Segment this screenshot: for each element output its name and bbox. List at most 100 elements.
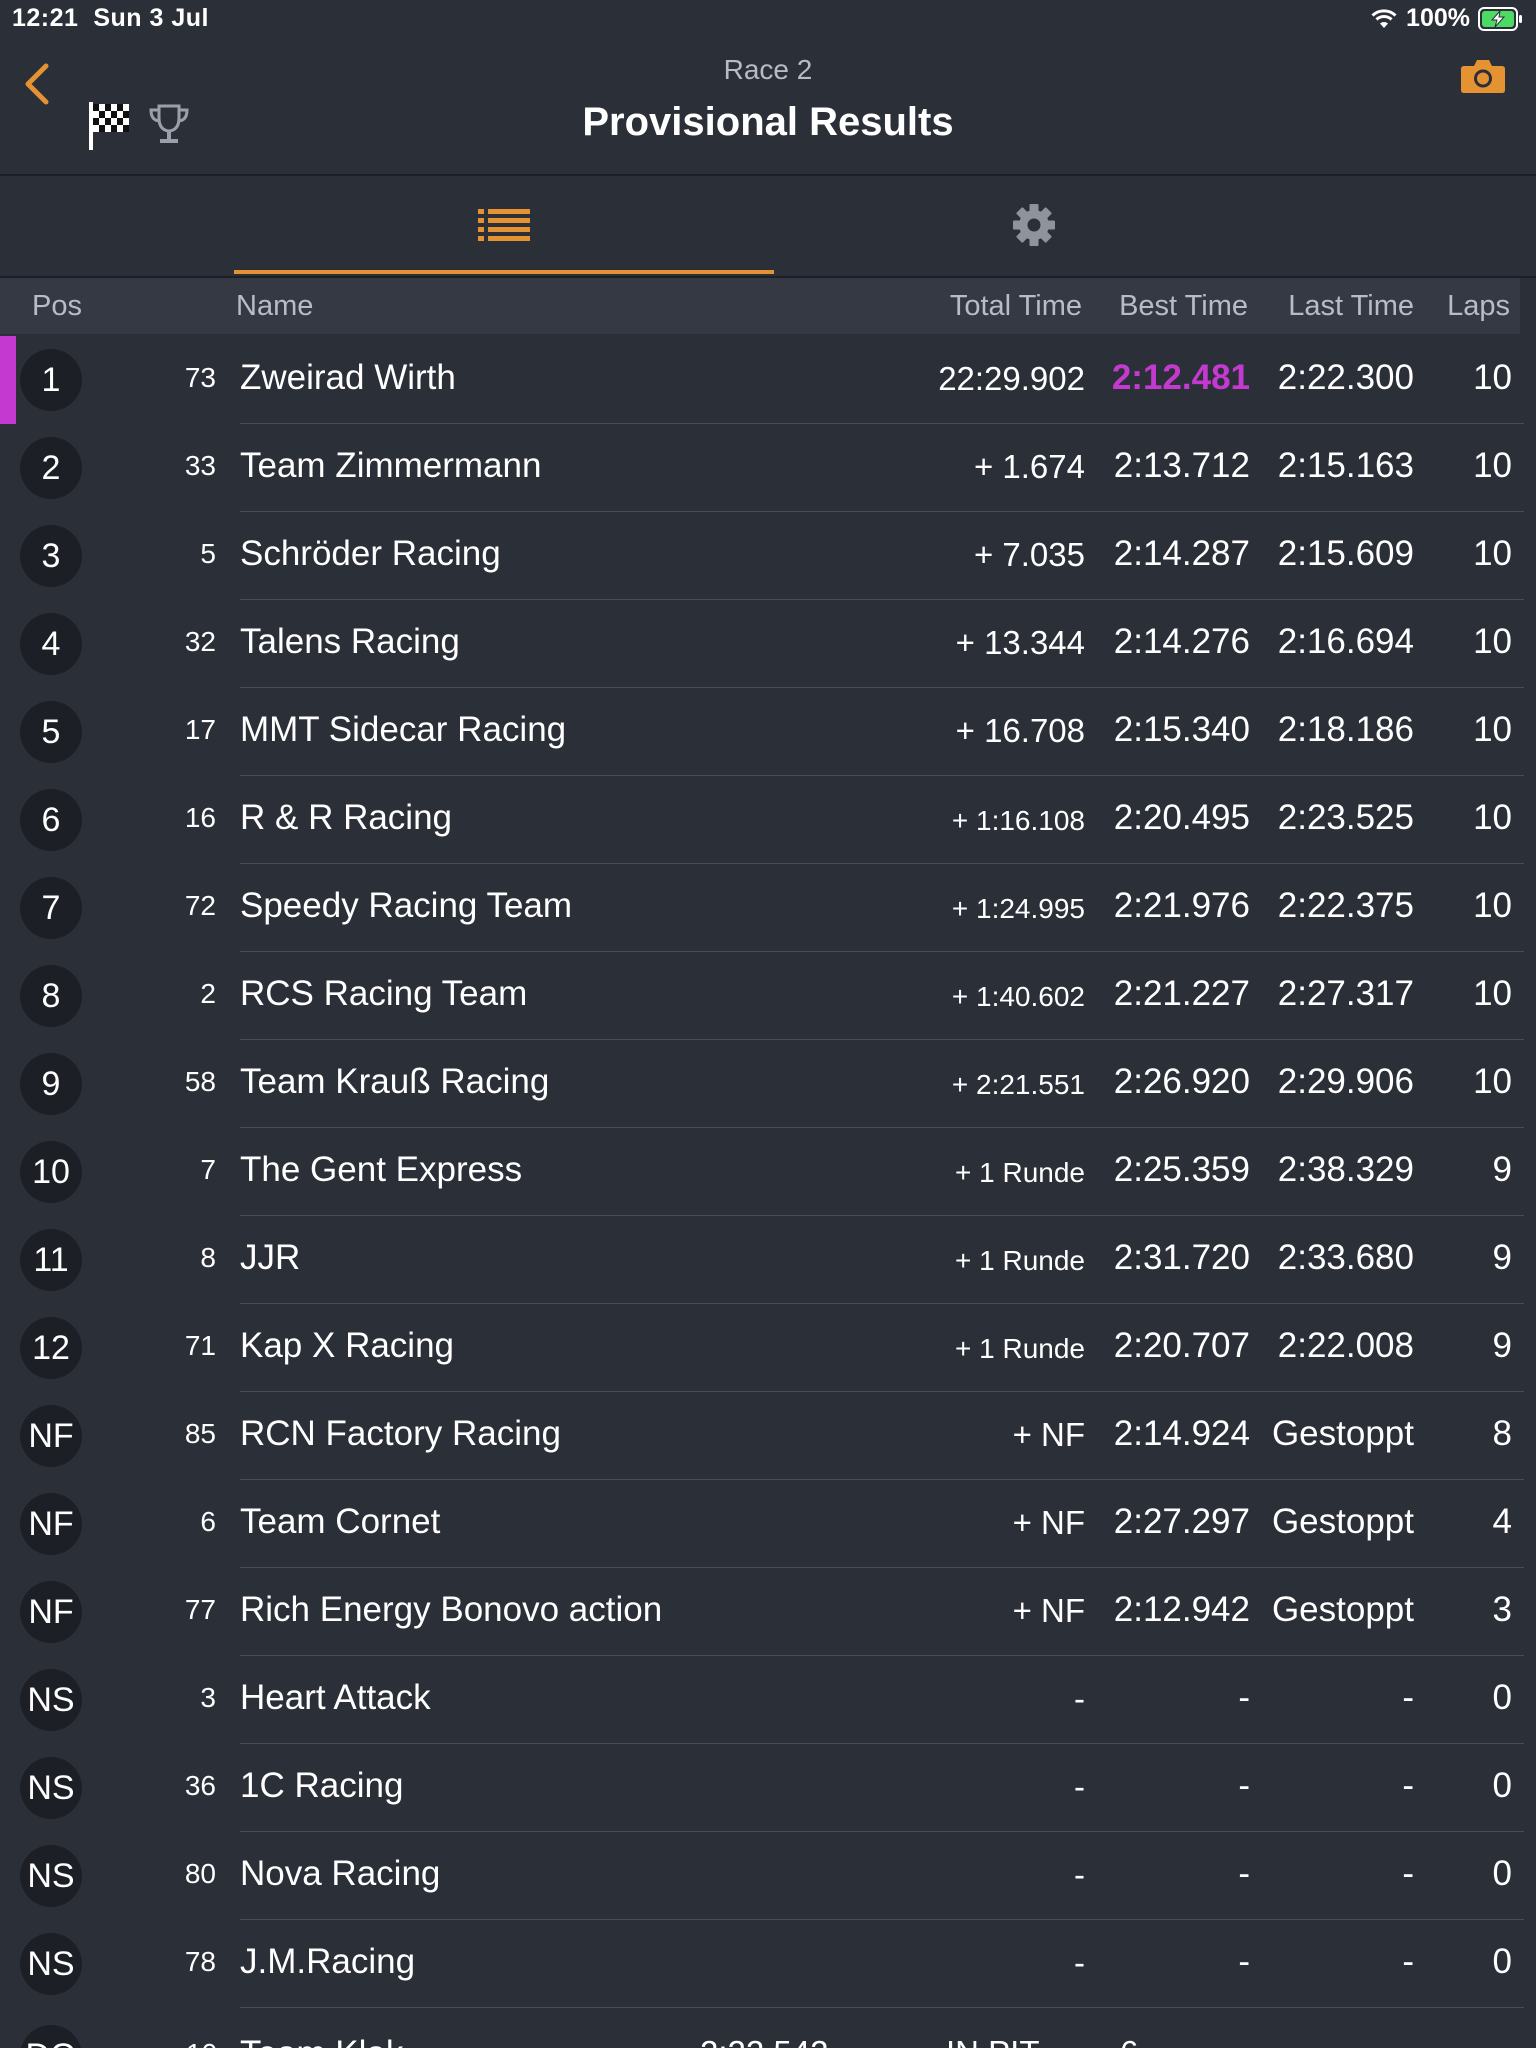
total-time: + NF xyxy=(1012,1592,1085,1629)
position-badge: 7 xyxy=(20,877,82,939)
table-row[interactable]: 8 2 RCS Racing Team + 1:40.602 2:21.227 2:27.… xyxy=(0,952,1536,1040)
table-row[interactable]: 9 58 Team Krauß Racing + 2:21.551 2:26.920 2:… xyxy=(0,1040,1536,1128)
list-icon xyxy=(478,209,530,241)
last-time: 2:15.609 xyxy=(1277,534,1414,573)
start-number: 5 xyxy=(200,538,216,569)
table-row[interactable]: 3 5 Schröder Racing + 7.035 2:14.287 2:15.609… xyxy=(0,512,1536,600)
laps: 0 xyxy=(1492,1766,1512,1805)
position-badge: NS xyxy=(20,1669,82,1731)
laps: 10 xyxy=(1473,446,1512,485)
position-badge: 1 xyxy=(20,349,82,411)
total-time: - xyxy=(1074,1944,1085,1981)
trophy-icon[interactable] xyxy=(146,102,192,148)
table-row-partial[interactable]: DQ 10 Team Klak 2:22.542 IN PIT 6 xyxy=(0,2012,1536,2048)
table-row[interactable]: 12 71 Kap X Racing + 1 Runde 2:20.707 2:22.00… xyxy=(0,1304,1536,1392)
nav-header: Race 2 Provisional Results xyxy=(0,40,1536,176)
view-tabs xyxy=(0,176,1536,278)
position-badge: 8 xyxy=(20,965,82,1027)
table-row[interactable]: NS 78 J.M.Racing - - - 0 xyxy=(0,1920,1536,2008)
table-row[interactable]: NF 6 Team Cornet + NF 2:27.297 Gestoppt 4 xyxy=(0,1480,1536,1568)
table-row[interactable]: NF 85 RCN Factory Racing + NF 2:14.924 Gestop… xyxy=(0,1392,1536,1480)
position-badge: NS xyxy=(20,1933,82,1995)
checkered-flag-icon[interactable] xyxy=(86,98,132,152)
last-time: 2:27.317 xyxy=(1277,974,1414,1013)
laps: 0 xyxy=(1492,1854,1512,1893)
start-number: 16 xyxy=(184,802,216,833)
best-time: 2:20.495 xyxy=(1113,798,1250,837)
table-row[interactable]: NF 77 Rich Energy Bonovo action + NF 2:12.94… xyxy=(0,1568,1536,1656)
position-badge: 12 xyxy=(20,1317,82,1379)
best-time: 2:13.712 xyxy=(1113,446,1250,485)
last-time: 2:33.680 xyxy=(1277,1238,1414,1277)
position-badge: 9 xyxy=(20,1053,82,1115)
total-time: 2:22.542 xyxy=(700,2034,828,2048)
team-name: Zweirad Wirth xyxy=(240,358,456,397)
total-time: - xyxy=(1074,1768,1085,1805)
start-number: 33 xyxy=(184,450,216,481)
start-number: 85 xyxy=(184,1418,216,1449)
last-time: 2:18.186 xyxy=(1277,710,1414,749)
best-time: 2:26.920 xyxy=(1113,1062,1250,1101)
laps: 10 xyxy=(1473,798,1512,837)
last-time: 2:29.906 xyxy=(1277,1062,1414,1101)
total-time: + 1 Runde xyxy=(955,1245,1085,1276)
column-last-time[interactable]: Last Time xyxy=(1288,290,1414,323)
total-time: + 1.674 xyxy=(973,448,1085,485)
laps: 6 xyxy=(1120,2034,1138,2048)
team-name: RCS Racing Team xyxy=(240,974,528,1013)
position-badge: NS xyxy=(20,1757,82,1819)
battery-percent: 100% xyxy=(1406,4,1470,32)
column-pos[interactable]: Pos xyxy=(32,290,82,323)
best-time: - xyxy=(1238,1678,1250,1717)
table-row[interactable]: 10 7 The Gent Express + 1 Runde 2:25.359 2:38… xyxy=(0,1128,1536,1216)
start-number: 32 xyxy=(184,626,216,657)
team-name: The Gent Express xyxy=(240,1150,523,1189)
table-row[interactable]: NS 3 Heart Attack - - - 0 xyxy=(0,1656,1536,1744)
table-row[interactable]: 2 33 Team Zimmermann + 1.674 2:13.712 2:15.16… xyxy=(0,424,1536,512)
table-row[interactable]: NS 36 1C Racing - - - 0 xyxy=(0,1744,1536,1832)
tab-results-list[interactable] xyxy=(234,176,774,274)
table-row[interactable]: 1 73 Zweirad Wirth 22:29.902 2:12.481 2:22.30… xyxy=(0,336,1536,424)
table-row[interactable]: 7 72 Speedy Racing Team + 1:24.995 2:21.976 2… xyxy=(0,864,1536,952)
last-time: 2:22.300 xyxy=(1277,358,1414,397)
start-number: 77 xyxy=(184,1594,216,1625)
team-name: JJR xyxy=(240,1238,301,1277)
last-time: - xyxy=(1402,1766,1414,1805)
tab-settings[interactable] xyxy=(774,176,1294,274)
column-laps[interactable]: Laps xyxy=(1447,290,1510,323)
total-time: - xyxy=(1074,1856,1085,1893)
table-row[interactable]: 5 17 MMT Sidecar Racing + 16.708 2:15.340 2:1… xyxy=(0,688,1536,776)
laps: 10 xyxy=(1473,710,1512,749)
laps: 0 xyxy=(1492,1942,1512,1981)
race-name: Race 2 xyxy=(723,54,813,85)
column-best-time[interactable]: Best Time xyxy=(1119,290,1248,323)
best-time: - xyxy=(1238,1942,1250,1981)
active-tab-indicator xyxy=(234,270,774,274)
table-row[interactable]: 4 32 Talens Racing + 13.344 2:14.276 2:16.694… xyxy=(0,600,1536,688)
column-total-time[interactable]: Total Time xyxy=(950,290,1082,323)
team-name: Team Klak xyxy=(240,2034,403,2048)
total-time: + NF xyxy=(1012,1416,1085,1453)
laps: 4 xyxy=(1492,1502,1512,1541)
table-row[interactable]: 11 8 JJR + 1 Runde 2:31.720 2:33.680 9 xyxy=(0,1216,1536,1304)
laps: 0 xyxy=(1492,1678,1512,1717)
start-number: 78 xyxy=(184,1946,216,1977)
table-row[interactable]: NS 80 Nova Racing - - - 0 xyxy=(0,1832,1536,1920)
total-time: + 1 Runde xyxy=(955,1157,1085,1188)
laps: 10 xyxy=(1473,974,1512,1013)
start-number: 2 xyxy=(200,978,216,1009)
total-time: + NF xyxy=(1012,1504,1085,1541)
last-time: Gestoppt xyxy=(1271,1414,1414,1453)
table-row[interactable]: 6 16 R & R Racing + 1:16.108 2:20.495 2:23.52… xyxy=(0,776,1536,864)
start-number: 71 xyxy=(184,1330,216,1361)
start-number: 6 xyxy=(200,1506,216,1537)
clock: 12:21 xyxy=(12,4,79,32)
results-table-header: Pos Name Total Time Best Time Last Time … xyxy=(0,278,1520,334)
column-name[interactable]: Name xyxy=(236,290,313,323)
last-time: Gestoppt xyxy=(1271,1590,1414,1629)
best-time: 2:14.924 xyxy=(1113,1414,1250,1453)
last-time: - xyxy=(1402,1678,1414,1717)
camera-icon[interactable] xyxy=(1458,54,1508,98)
team-name: Heart Attack xyxy=(240,1678,431,1717)
team-name: 1C Racing xyxy=(240,1766,404,1805)
